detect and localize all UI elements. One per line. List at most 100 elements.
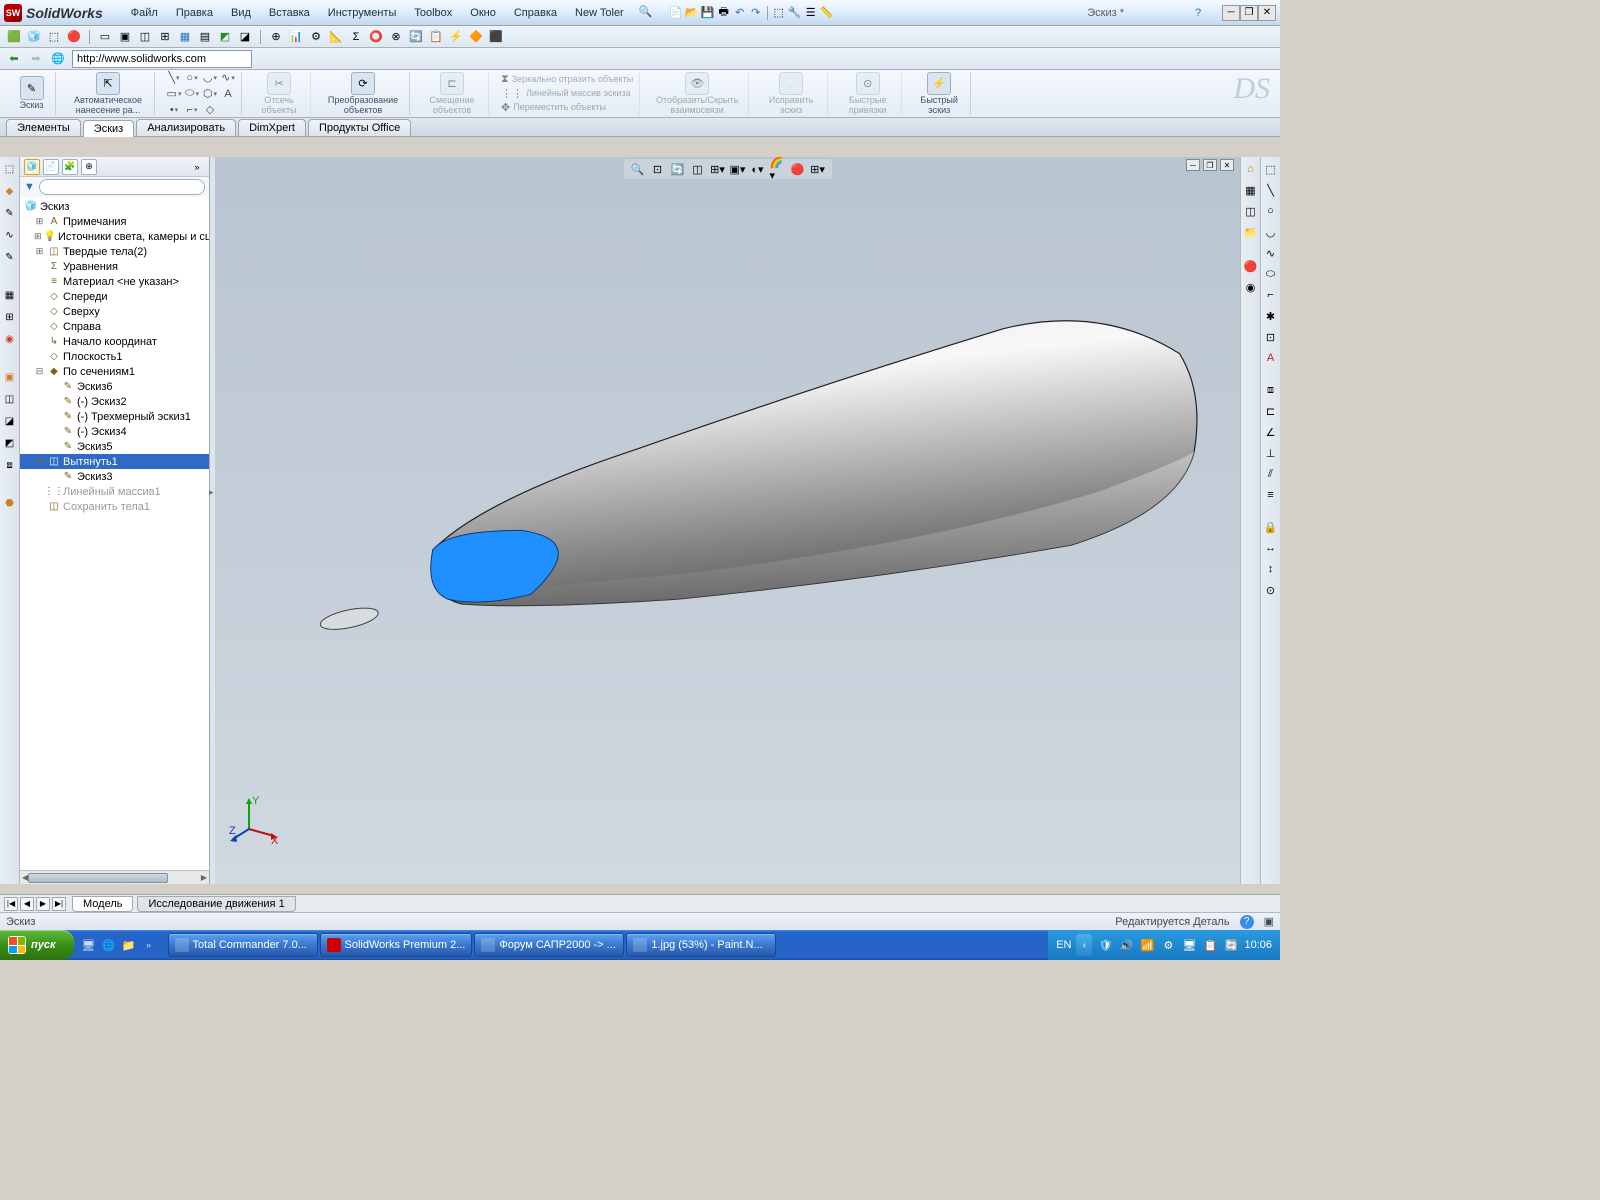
bottom-tab-model[interactable]: Модель xyxy=(72,896,133,912)
panel-expand-icon[interactable]: » xyxy=(189,159,205,175)
tray-icon[interactable]: ⚙ xyxy=(1160,937,1176,953)
arc-tool-icon[interactable]: ◡ xyxy=(203,71,217,85)
tb-icon[interactable]: 🟩 xyxy=(6,29,22,45)
pattern-icon[interactable]: ⋮⋮ xyxy=(501,87,523,100)
tree-node[interactable]: ⊞💡Источники света, камеры и сцены xyxy=(20,229,209,244)
spline-tool-icon[interactable]: ∿ xyxy=(221,71,235,85)
ribbon-convert[interactable]: ⟳ Преобразование объектов xyxy=(317,72,410,115)
vtool-icon[interactable]: ⬚ xyxy=(2,161,18,177)
plane-tool-icon[interactable]: ◇ xyxy=(203,103,217,117)
menu-newtoler[interactable]: New Toler xyxy=(567,4,632,22)
ribbon-mirror-label[interactable]: Зеркально отразить объекты xyxy=(512,75,633,84)
tree-root[interactable]: 🧊Эскиз xyxy=(20,199,209,214)
menu-edit[interactable]: Правка xyxy=(168,4,221,22)
vtool-icon[interactable]: ◪ xyxy=(2,413,18,429)
task-button[interactable]: 1.jpg (53%) - Paint.N... xyxy=(626,933,776,957)
menu-file[interactable]: Файл xyxy=(123,4,166,22)
vtool-icon[interactable]: ∿ xyxy=(2,227,18,243)
tb-icon[interactable]: 🔶 xyxy=(468,29,484,45)
ql-icon[interactable]: 🌐 xyxy=(100,935,118,955)
rtool-icon[interactable]: ≡ xyxy=(1263,487,1279,503)
tb-icon[interactable]: ⚙ xyxy=(308,29,324,45)
vtool-icon[interactable]: ⧈ xyxy=(2,457,18,473)
ribbon-pattern-label[interactable]: Линейный массив эскиза xyxy=(526,89,631,98)
rtool-icon[interactable]: ∠ xyxy=(1263,424,1279,440)
rtool-icon[interactable]: ◫ xyxy=(1243,203,1259,219)
bottom-nav-prev-icon[interactable]: ◀ xyxy=(20,897,34,911)
rect-tool-icon[interactable]: ▭ xyxy=(167,87,181,101)
menu-insert[interactable]: Вставка xyxy=(261,4,318,22)
tab-features[interactable]: Элементы xyxy=(6,119,81,136)
tree-node[interactable]: ⊞◫Твердые тела(2) xyxy=(20,244,209,259)
tray-icon[interactable]: 🔄 xyxy=(1223,937,1239,953)
task-button[interactable]: Форум САПР2000 -> ... xyxy=(474,933,624,957)
slot-tool-icon[interactable]: ⬭ xyxy=(185,87,199,101)
menu-tools[interactable]: Инструменты xyxy=(320,4,405,22)
rtool-icon[interactable]: ↔ xyxy=(1263,540,1279,556)
tb-sphere-icon[interactable]: 🔴 xyxy=(66,29,82,45)
tb-icon[interactable]: ⚡ xyxy=(448,29,464,45)
panel-tab-tree-icon[interactable]: 🧊 xyxy=(24,159,40,175)
nav-back-icon[interactable]: ⬅ xyxy=(6,51,22,67)
ribbon-autodim[interactable]: ⇱ Автоматическое нанесение ра... xyxy=(62,72,155,115)
tb-icon[interactable]: ⊞ xyxy=(157,29,173,45)
tree-node[interactable]: ◫Сохранить тела1 xyxy=(20,499,209,514)
ql-icon[interactable]: 📁 xyxy=(120,935,138,955)
tray-icon[interactable]: 📶 xyxy=(1139,937,1155,953)
nav-globe-icon[interactable]: 🌐 xyxy=(50,51,66,67)
tray-icon[interactable]: 📋 xyxy=(1202,937,1218,953)
bottom-nav-last-icon[interactable]: ▶| xyxy=(52,897,66,911)
tray-icon[interactable]: 🔊 xyxy=(1118,937,1134,953)
save-icon[interactable]: 💾 xyxy=(700,5,716,21)
tb-icon[interactable]: ⭕ xyxy=(368,29,384,45)
tree-node[interactable]: ⊞AПримечания xyxy=(20,214,209,229)
tree-hscrollbar[interactable]: ◀ ▶ xyxy=(20,870,209,884)
rtool-icon[interactable]: ⧈ xyxy=(1263,382,1279,398)
rtool-icon[interactable]: ⊙ xyxy=(1263,582,1279,598)
vtool-icon[interactable]: ◆ xyxy=(2,183,18,199)
tab-office[interactable]: Продукты Office xyxy=(308,119,411,136)
vtool-icon[interactable]: ▦ xyxy=(2,287,18,303)
status-lock-icon[interactable]: ▣ xyxy=(1264,915,1274,928)
rtool-icon[interactable]: ↕ xyxy=(1263,561,1279,577)
rtool-icon[interactable]: ▦ xyxy=(1243,182,1259,198)
tree-node[interactable]: ⊟◫Вытянуть1 xyxy=(20,454,209,469)
tree-node[interactable]: ΣУравнения xyxy=(20,259,209,274)
tray-expand-icon[interactable]: ‹ xyxy=(1076,934,1092,956)
undo-icon[interactable]: ↶ xyxy=(732,5,748,21)
vtool-icon[interactable]: ◩ xyxy=(2,435,18,451)
tb-icon[interactable]: 📋 xyxy=(428,29,444,45)
ql-desktop-icon[interactable]: 🖥 xyxy=(80,935,98,955)
ribbon-repair[interactable]: 🩹 Исправить эскиз xyxy=(755,72,828,115)
menu-window[interactable]: Окно xyxy=(462,4,504,22)
tb-icon[interactable]: Σ xyxy=(348,29,364,45)
help-icon[interactable]: ? xyxy=(1190,5,1206,21)
tb-icon[interactable]: 📊 xyxy=(288,29,304,45)
vtool-icon[interactable]: ▣ xyxy=(2,369,18,385)
close-button[interactable]: ✕ xyxy=(1258,5,1276,21)
tree-expand-icon[interactable]: ⊞ xyxy=(34,216,45,227)
tree-node[interactable]: ◇Справа xyxy=(20,319,209,334)
rtool-folder-icon[interactable]: 📁 xyxy=(1243,224,1259,240)
new-doc-icon[interactable]: 📄 xyxy=(668,5,684,21)
filter-icon[interactable]: ▼ xyxy=(24,181,35,193)
vtool-icon[interactable]: ✎ xyxy=(2,249,18,265)
tree-node[interactable]: ◇Плоскость1 xyxy=(20,349,209,364)
tb-icon[interactable]: ⬛ xyxy=(488,29,504,45)
ribbon-trim[interactable]: ✂ Отсечь объекты xyxy=(248,72,311,115)
tree-node[interactable]: ✎Эскиз3 xyxy=(20,469,209,484)
rtool-circle-icon[interactable]: ○ xyxy=(1263,203,1279,219)
tray-clock[interactable]: 10:06 xyxy=(1244,939,1272,951)
panel-tab-config-icon[interactable]: 📄 xyxy=(43,159,59,175)
rtool-icon[interactable]: 🔒 xyxy=(1263,519,1279,535)
menu-help[interactable]: Справка xyxy=(506,4,565,22)
vtool-icon[interactable]: ◫ xyxy=(2,391,18,407)
tree-node[interactable]: ✎Эскиз5 xyxy=(20,439,209,454)
task-button[interactable]: SolidWorks Premium 2... xyxy=(320,933,473,957)
bottom-nav-first-icon[interactable]: |◀ xyxy=(4,897,18,911)
tree-expand-icon[interactable]: ⊟ xyxy=(34,366,45,377)
vtool-icon[interactable]: ⊞ xyxy=(2,309,18,325)
tb-icon[interactable]: ◫ xyxy=(137,29,153,45)
rtool-icon[interactable]: ⊥ xyxy=(1263,445,1279,461)
tree-expand-icon[interactable]: ⊞ xyxy=(34,231,42,242)
